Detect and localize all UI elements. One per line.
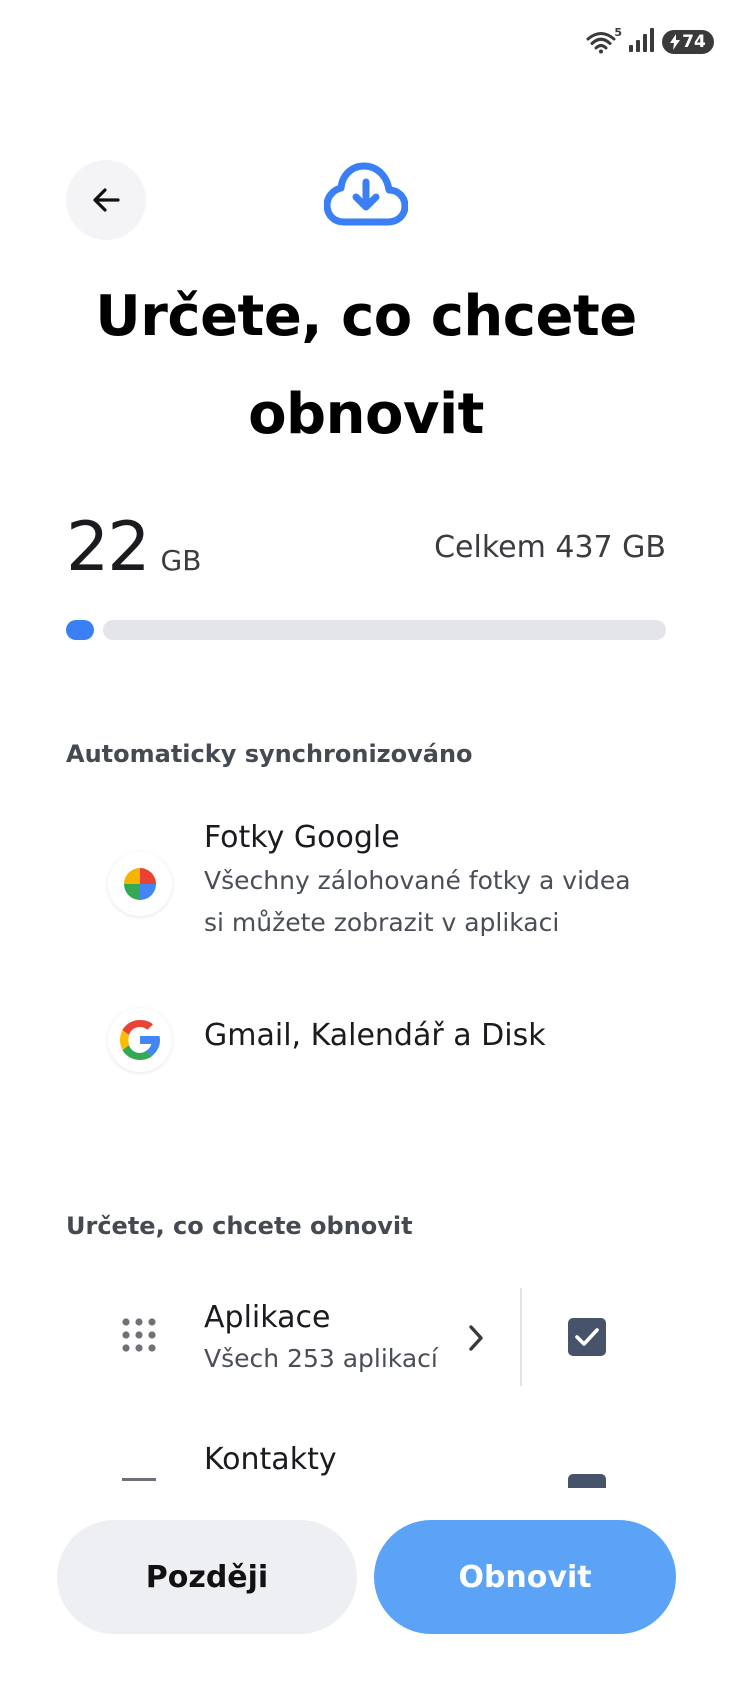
storage-used-value: 22 [66, 508, 151, 587]
wifi-icon: 5 [586, 26, 622, 54]
list-item-apps[interactable]: Aplikace Všech 253 aplikací [0, 1290, 732, 1390]
google-photos-title: Fotky Google [204, 820, 400, 855]
contacts-icon [122, 1478, 156, 1481]
section-header-restore: Určete, co chcete obnovit [66, 1212, 413, 1240]
google-photos-subtitle: Všechny zálohované fotky a videa si může… [204, 866, 631, 937]
signal-icon [628, 28, 654, 56]
cloud-download-icon [323, 160, 409, 230]
vertical-divider [520, 1288, 522, 1386]
apps-checkbox[interactable] [568, 1318, 606, 1356]
storage-progress-fill [66, 620, 94, 640]
later-button[interactable]: Později [57, 1520, 357, 1634]
google-services-title: Gmail, Kalendář a Disk [204, 1018, 546, 1053]
apps-title: Aplikace [204, 1300, 331, 1335]
battery-level: 74 [682, 32, 706, 52]
restore-button[interactable]: Obnovit [374, 1520, 676, 1634]
list-item-google-services: Gmail, Kalendář a Disk [0, 1000, 732, 1100]
back-button[interactable] [66, 160, 146, 240]
status-icons: 5 74 [586, 26, 714, 56]
storage-total: Celkem 437 GB [434, 530, 666, 565]
storage-used-unit: GB [160, 544, 202, 577]
wifi-badge: 5 [614, 26, 622, 39]
battery-charging-icon: 74 [662, 30, 714, 54]
apps-grid-icon [122, 1318, 156, 1352]
list-item-contacts[interactable]: Kontakty [0, 1432, 732, 1492]
page-title: Určete, co chcete obnovit [95, 284, 637, 447]
storage-used: 22 GB [66, 508, 201, 588]
arrow-left-icon [93, 188, 120, 212]
google-photos-icon [108, 852, 172, 916]
storage-progress-track [103, 620, 666, 640]
apps-subtitle: Všech 253 aplikací [204, 1344, 438, 1373]
contacts-checkbox[interactable] [568, 1474, 606, 1488]
contacts-title: Kontakty [204, 1442, 337, 1477]
checkmark-icon [575, 1328, 599, 1346]
google-g-icon [108, 1008, 172, 1072]
chevron-right-icon[interactable] [466, 1324, 486, 1356]
status-bar: 5 74 [0, 0, 732, 80]
section-header-auto-sync: Automaticky synchronizováno [66, 740, 473, 768]
list-item-google-photos: Fotky Google Všechny zálohované fotky a … [0, 820, 732, 970]
